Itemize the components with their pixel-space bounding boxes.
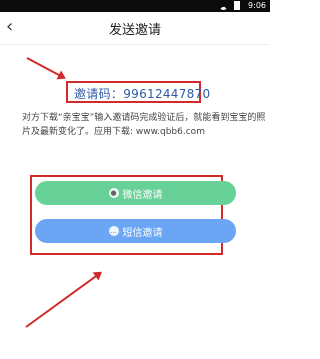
wechat-invite-button[interactable]: ● 微信邀请	[35, 181, 236, 205]
invite-code-value: 99612447870	[123, 87, 211, 101]
app-bar: ‹ 发送邀请	[0, 12, 270, 45]
annotation-arrow-bottom	[25, 272, 102, 328]
wechat-invite-label: 微信邀请	[122, 189, 163, 201]
page-title: 发送邀请	[108, 23, 161, 38]
battery-icon	[234, 1, 240, 10]
wechat-icon: ●	[108, 188, 119, 198]
invite-description: 对方下载“亲宝宝”输入邀请码完成验证后，就能看到宝宝的照片及最新变化了。应用下载…	[22, 113, 266, 137]
invite-code: 邀请码：99612447870	[74, 85, 211, 102]
status-icons	[219, 1, 240, 10]
wifi-icon	[219, 1, 229, 10]
sms-icon: …	[108, 226, 119, 236]
status-time: 9:06	[248, 1, 266, 10]
invite-code-label: 邀请码：	[74, 87, 124, 101]
status-bar: 9:06	[0, 0, 270, 12]
sms-invite-button[interactable]: … 短信邀请	[35, 219, 236, 243]
sms-invite-label: 短信邀请	[122, 227, 163, 239]
annotation-arrow-top	[26, 57, 65, 79]
